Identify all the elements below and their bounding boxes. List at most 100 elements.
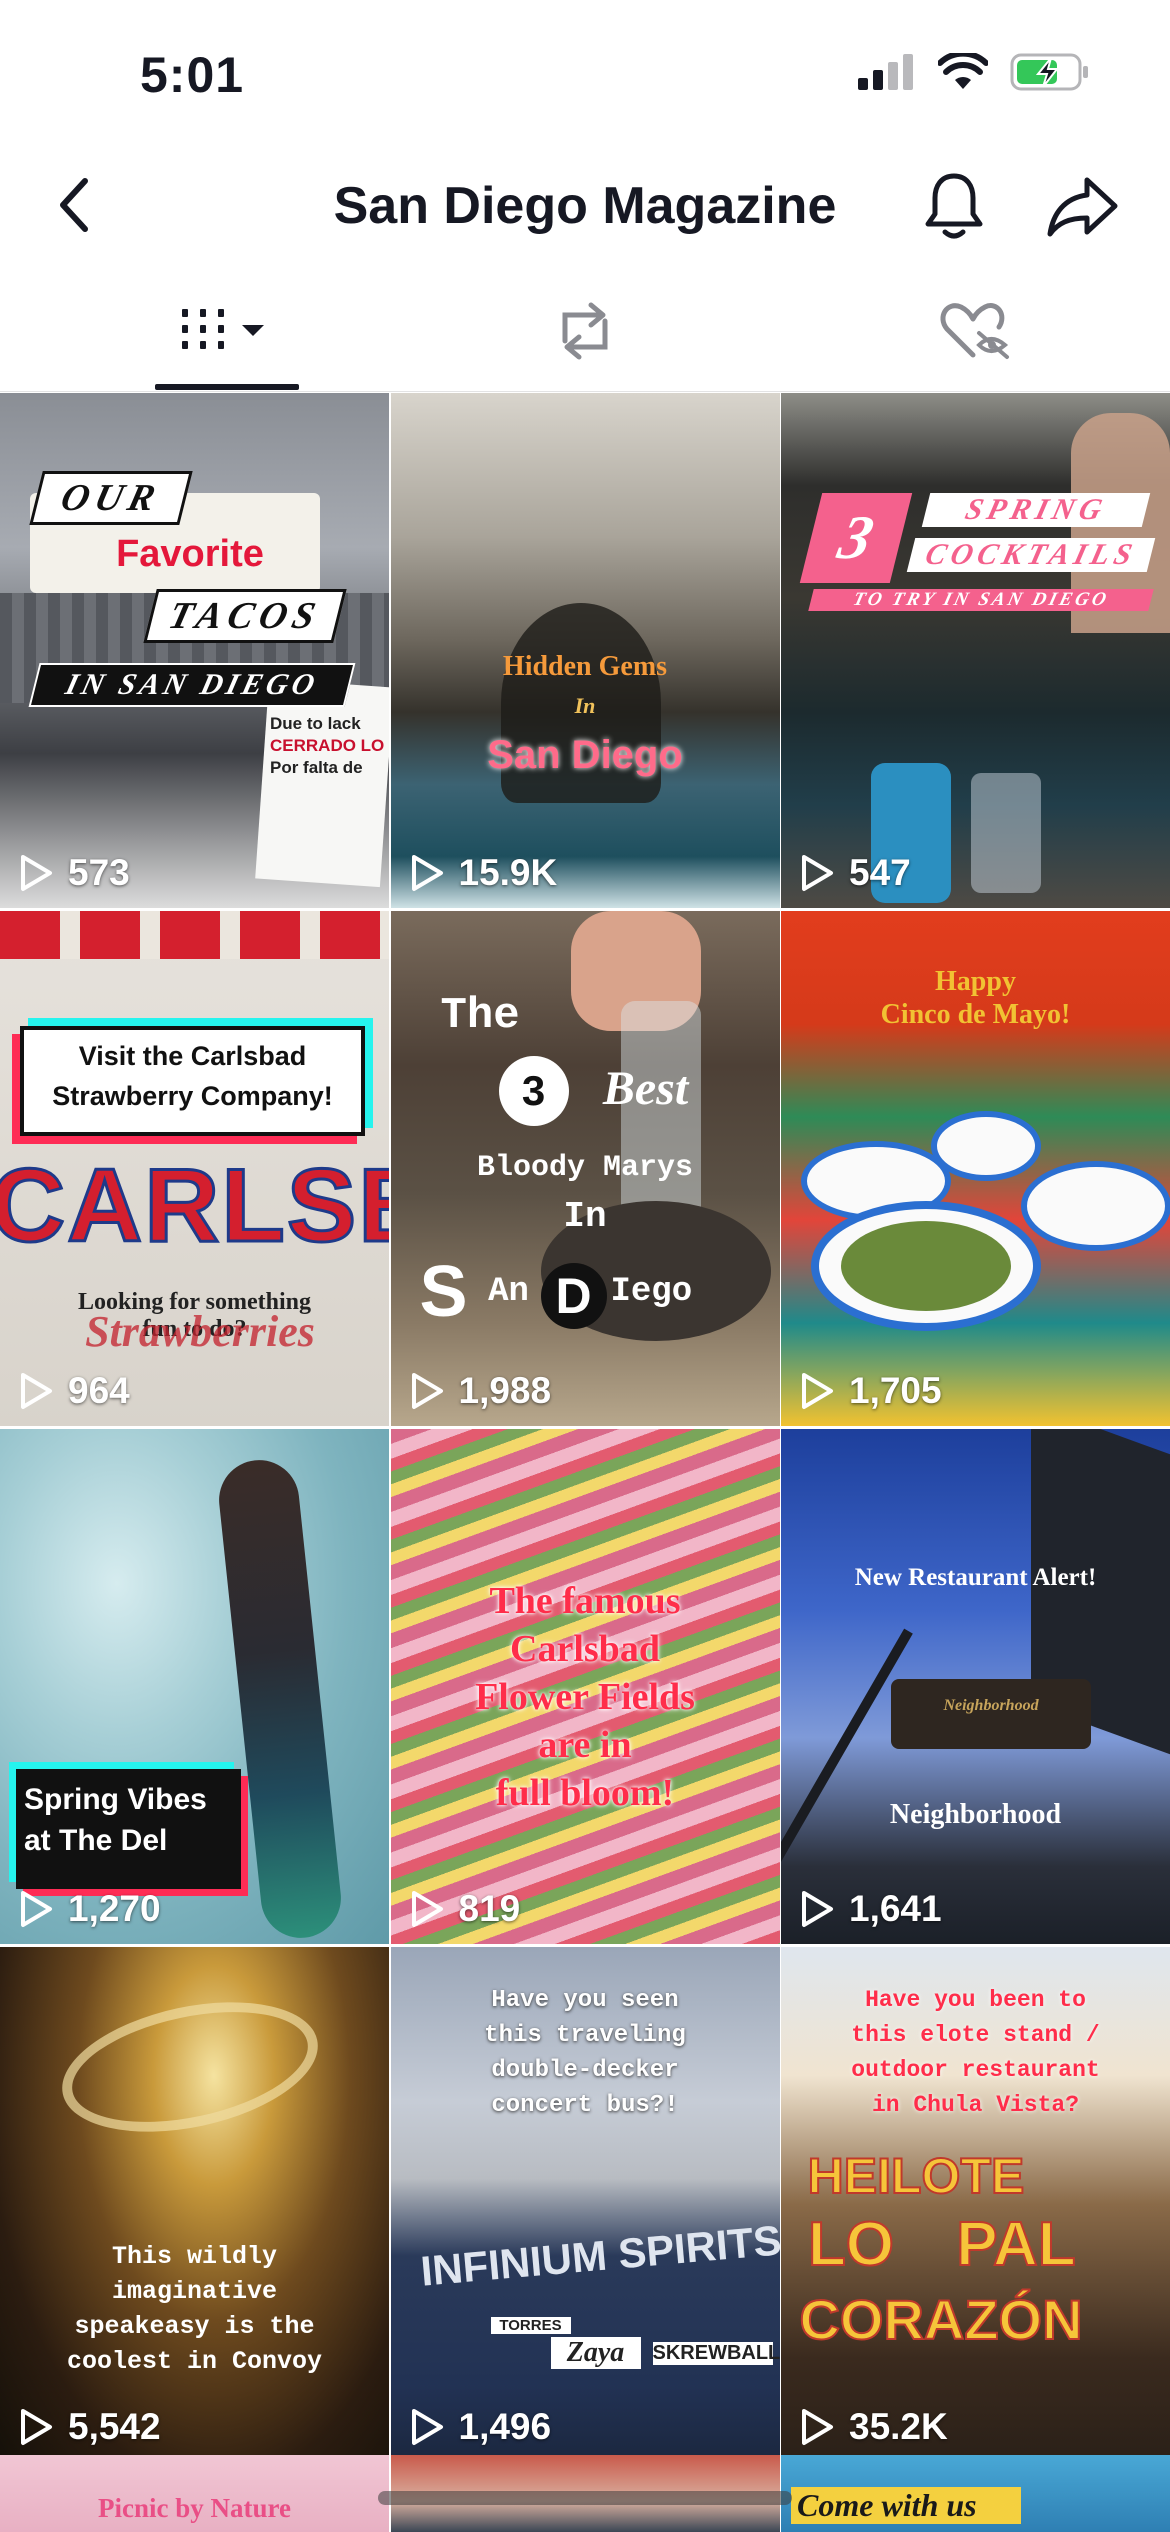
caption-line: Best xyxy=(602,1062,689,1115)
neon-sign-text: PAL xyxy=(955,2209,1076,2280)
view-count: 1,496 xyxy=(409,2406,551,2448)
caption-line: Come with us xyxy=(791,2487,1021,2524)
video-tile[interactable]: New Restaurant Alert! Neighborhood Neigh… xyxy=(781,1429,1170,1944)
view-count-text: 964 xyxy=(68,1370,130,1411)
video-thumbnail xyxy=(781,1429,1170,1944)
caption-line: Neighborhood xyxy=(889,1799,1062,1830)
caption-line: The xyxy=(440,991,520,1041)
view-count: 1,641 xyxy=(799,1888,942,1930)
caption-line: D xyxy=(540,1263,607,1329)
caption-line: Cinco de Mayo! xyxy=(880,999,1071,1030)
caption-line: New Restaurant Alert! xyxy=(854,1564,1097,1591)
video-tile[interactable]: Spring Vibes at The Del 1,270 xyxy=(0,1429,389,1944)
video-tile[interactable]: DAYSDue to lackCERRADO LOPor falta de OU… xyxy=(0,393,389,908)
caption-line: SPRING xyxy=(921,493,1151,527)
neon-sign-text: LO xyxy=(807,2209,895,2280)
view-count-text: 573 xyxy=(68,852,130,893)
caption-line: San Diego xyxy=(487,733,683,777)
view-count-text: 15.9K xyxy=(458,852,558,893)
play-icon xyxy=(21,1891,52,1927)
video-tile[interactable]: Hidden Gems In San Diego 15.9K xyxy=(390,393,780,908)
view-count: 15.9K xyxy=(409,852,558,894)
wifi-icon xyxy=(938,53,988,89)
play-icon xyxy=(802,1891,833,1927)
caption-line: speakeasy is the xyxy=(74,2312,315,2341)
bus-text: TORRES xyxy=(490,2317,571,2334)
video-tile[interactable]: The 3 Best Bloody Marys In S An D Iego 1… xyxy=(390,911,780,1426)
status-bar: 5:01 xyxy=(0,0,1170,150)
caption-line: Have you been to xyxy=(865,1987,1086,2013)
tab-videos[interactable] xyxy=(30,270,420,392)
view-count-text: 35.2K xyxy=(849,2406,948,2447)
view-count: 573 xyxy=(18,852,130,894)
caption-line: Picnic by Nature xyxy=(98,2493,291,2523)
battery-charging-icon xyxy=(1010,53,1088,91)
caption-line: imaginative xyxy=(111,2277,278,2306)
profile-tabs xyxy=(0,270,1170,392)
caption-line: coolest in Convoy xyxy=(66,2347,323,2376)
liked-hidden-icon xyxy=(940,303,1009,359)
caption-line: An xyxy=(488,1273,529,1311)
caption-line: are in xyxy=(538,1724,632,1766)
caption-line: CARLSBA xyxy=(0,1147,389,1266)
bus-text: SKREWBALL xyxy=(652,2342,780,2365)
caption-line: at The Del xyxy=(24,1824,168,1857)
tab-reposts[interactable] xyxy=(390,270,780,392)
home-indicator[interactable] xyxy=(378,2491,792,2505)
repost-icon xyxy=(562,302,608,360)
caption-line: Strawberries xyxy=(85,1307,315,1356)
play-icon xyxy=(802,855,833,891)
caption-line: Carlsbad xyxy=(510,1628,660,1670)
video-tile[interactable]: 3 SPRING COCKTAILS TO TRY IN SAN DIEGO 5… xyxy=(781,393,1170,908)
page-title: San Diego Magazine xyxy=(333,177,837,235)
caption-line: Visit the Carlsbad xyxy=(78,1041,307,1071)
view-count: 1,705 xyxy=(799,1370,942,1412)
active-tab-indicator xyxy=(155,384,299,390)
video-tile[interactable]: Have you seen this traveling double-deck… xyxy=(390,1947,780,2462)
view-count: 547 xyxy=(799,852,911,894)
caret-down-icon xyxy=(242,325,264,336)
bus-text: Zaya xyxy=(550,2337,641,2369)
play-icon xyxy=(802,1373,833,1409)
share-button[interactable] xyxy=(1040,168,1126,244)
status-time: 5:01 xyxy=(140,47,245,103)
play-icon xyxy=(21,2409,52,2445)
caption-line: this elote stand / xyxy=(851,2022,1100,2048)
video-tile[interactable]: This wildly imaginative speakeasy is the… xyxy=(0,1947,389,2462)
video-tile[interactable]: Picnic by Nature xyxy=(0,2455,389,2532)
view-count-text: 1,270 xyxy=(68,1888,161,1929)
view-count: 1,988 xyxy=(409,1370,552,1412)
view-count-text: 819 xyxy=(458,1888,521,1929)
caption-line: S xyxy=(419,1252,468,1332)
caption-line: TACOS xyxy=(143,589,347,643)
header: San Diego Magazine xyxy=(0,150,1170,265)
video-grid: DAYSDue to lackCERRADO LOPor falta de OU… xyxy=(0,393,1170,2462)
video-tile[interactable]: Visit the Carlsbad Strawberry Company! C… xyxy=(0,911,389,1426)
video-tile[interactable]: Happy Cinco de Mayo! 1,705 xyxy=(781,911,1170,1426)
play-icon xyxy=(411,855,443,891)
caption-line: OUR xyxy=(29,471,193,525)
tab-liked[interactable] xyxy=(780,270,1170,392)
video-thumbnail xyxy=(781,393,1170,908)
view-count-text: 1,641 xyxy=(849,1888,942,1929)
play-icon xyxy=(411,1891,443,1927)
caption-line: Flower Fields xyxy=(475,1676,695,1718)
caption-line: TO TRY IN SAN DIEGO xyxy=(808,589,1154,611)
status-icons xyxy=(858,52,1090,92)
play-icon xyxy=(411,1373,443,1409)
caption-line: double-decker xyxy=(491,2057,679,2084)
notifications-button[interactable] xyxy=(916,168,992,244)
view-count-text: 1,988 xyxy=(458,1370,552,1411)
caption-line: 3 xyxy=(498,1056,569,1126)
caption-line: full bloom! xyxy=(495,1772,675,1814)
view-count-text: 547 xyxy=(849,852,911,893)
caption-line: Bloody Marys xyxy=(476,1151,694,1185)
caption-line: The famous xyxy=(489,1580,681,1622)
video-tile[interactable]: Have you been to this elote stand / outd… xyxy=(781,1947,1170,2462)
caption-line: Have you seen xyxy=(491,1987,679,2014)
video-tile[interactable]: Come with us xyxy=(781,2455,1170,2532)
video-tile[interactable]: The famous Carlsbad Flower Fields are in… xyxy=(390,1429,780,1944)
video-thumbnail xyxy=(0,1947,389,2462)
caption-line: Happy xyxy=(935,966,1016,997)
play-icon xyxy=(21,1373,52,1409)
